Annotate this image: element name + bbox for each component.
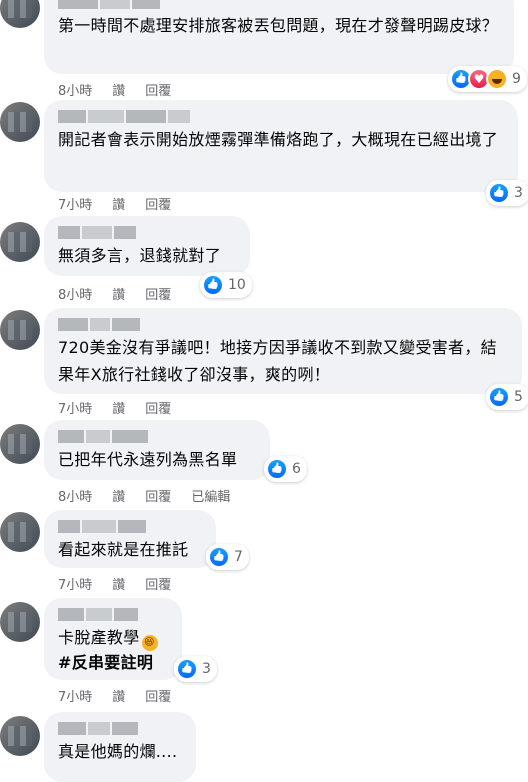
comment-bubble: 無須多言，退錢就對了 xyxy=(44,216,250,276)
like-button[interactable]: 讚 xyxy=(112,398,125,417)
comment-text: 開記者會表示開始放煙霧彈準備烙跑了，大概現在已經出境了 xyxy=(58,130,499,149)
avatar[interactable] xyxy=(0,102,40,142)
timestamp[interactable]: 8小時 xyxy=(58,486,92,505)
timestamp[interactable]: 8小時 xyxy=(58,284,92,303)
reaction-summary[interactable]: 6 xyxy=(264,456,307,482)
like-button[interactable]: 讚 xyxy=(112,486,125,505)
avatar[interactable] xyxy=(0,512,40,552)
commenter-name[interactable] xyxy=(58,518,204,534)
like-button[interactable]: 讚 xyxy=(112,80,125,99)
comment-actions: 8小時 讚 回覆 已編輯 xyxy=(58,486,250,505)
like-button[interactable]: 讚 xyxy=(112,194,125,213)
reply-button[interactable]: 回覆 xyxy=(145,398,171,417)
like-icon xyxy=(266,458,288,480)
comment-bubble: 720美金沒有爭議吧！地接方因爭議收不到款又變受害者，結果年X旅行社錢收了卻沒事… xyxy=(44,308,522,394)
comment-text: 真是他媽的爛.... xyxy=(58,742,178,761)
commenter-name[interactable] xyxy=(58,0,502,10)
avatar[interactable] xyxy=(0,310,40,350)
reaction-summary[interactable]: 7 xyxy=(206,544,249,570)
haha-icon xyxy=(486,68,508,90)
reply-button[interactable]: 回覆 xyxy=(145,80,171,99)
commenter-name[interactable] xyxy=(58,428,258,444)
comment-bubble: 卡脫產教學 😆 #反串要註明 xyxy=(44,598,182,680)
like-icon xyxy=(488,386,510,408)
comment-bubble: 開記者會表示開始放煙霧彈準備烙跑了，大概現在已經出境了 xyxy=(44,100,518,192)
comment-bubble: 已把年代永遠列為黑名單 xyxy=(44,420,270,480)
reaction-count: 9 xyxy=(512,71,521,87)
comment-bubble: 看起來就是在推託 xyxy=(44,510,216,568)
comment-actions: 8小時 讚 回覆 xyxy=(58,80,191,99)
commenter-name[interactable] xyxy=(58,316,510,332)
comment-text: 看起來就是在推託 xyxy=(58,540,189,559)
timestamp[interactable]: 7小時 xyxy=(58,574,92,593)
comment-text: 已把年代永遠列為黑名單 xyxy=(58,450,238,469)
reply-button[interactable]: 回覆 xyxy=(145,284,171,303)
reaction-summary[interactable]: 3 xyxy=(174,656,217,682)
like-icon xyxy=(488,182,510,204)
avatar[interactable] xyxy=(0,716,40,756)
reaction-count: 3 xyxy=(514,185,523,201)
reply-button[interactable]: 回覆 xyxy=(145,486,171,505)
comment-bubble: 真是他媽的爛.... xyxy=(44,712,196,782)
reply-button[interactable]: 回覆 xyxy=(145,574,171,593)
comment-hashtag[interactable]: #反串要註明 xyxy=(58,649,170,676)
comment-text: 第一時間不處理安排旅客被丟包問題，現在才發聲明踢皮球？ xyxy=(58,16,499,35)
commenter-name[interactable] xyxy=(58,606,170,622)
like-button[interactable]: 讚 xyxy=(112,686,125,705)
like-button[interactable]: 讚 xyxy=(112,574,125,593)
timestamp[interactable]: 7小時 xyxy=(58,686,92,705)
like-icon xyxy=(176,658,198,680)
comment-actions: 8小時 讚 回覆 xyxy=(58,284,191,303)
comment-actions: 7小時 讚 回覆 xyxy=(58,574,191,593)
commenter-name[interactable] xyxy=(58,720,184,736)
commenter-name[interactable] xyxy=(58,224,238,240)
timestamp[interactable]: 7小時 xyxy=(58,398,92,417)
timestamp[interactable]: 8小時 xyxy=(58,80,92,99)
comment-actions: 7小時 讚 回覆 xyxy=(58,398,191,417)
avatar[interactable] xyxy=(0,424,40,464)
comment-text: 720美金沒有爭議吧！地接方因爭議收不到款又變受害者，結果年X旅行社錢收了卻沒事… xyxy=(58,338,497,384)
like-icon xyxy=(202,274,224,296)
reaction-count: 3 xyxy=(202,661,211,677)
reaction-count: 5 xyxy=(514,389,523,405)
reaction-summary[interactable]: 9 xyxy=(448,66,527,92)
edited-label: 已編輯 xyxy=(191,490,231,505)
like-icon xyxy=(208,546,230,568)
like-button[interactable]: 讚 xyxy=(112,284,125,303)
comment-actions: 7小時 讚 回覆 xyxy=(58,194,191,213)
comment-text: 無須多言，退錢就對了 xyxy=(58,246,222,265)
comment-bubble: 第一時間不處理安排旅客被丟包問題，現在才發聲明踢皮球？ xyxy=(44,0,514,74)
reaction-count: 10 xyxy=(228,277,246,293)
reaction-summary[interactable]: 5 xyxy=(486,384,528,410)
reaction-summary[interactable]: 10 xyxy=(200,272,252,298)
avatar[interactable] xyxy=(0,602,40,642)
timestamp[interactable]: 7小時 xyxy=(58,194,92,213)
reply-button[interactable]: 回覆 xyxy=(145,194,171,213)
reaction-count: 6 xyxy=(292,461,301,477)
laughing-emoji-icon: 😆 xyxy=(141,635,158,651)
comment-actions: 7小時 讚 回覆 xyxy=(58,686,191,705)
commenter-name[interactable] xyxy=(58,108,506,124)
reply-button[interactable]: 回覆 xyxy=(145,686,171,705)
reaction-summary[interactable]: 3 xyxy=(486,180,528,206)
avatar[interactable] xyxy=(0,222,40,262)
comment-text: 卡脫產教學 😆 xyxy=(58,624,170,651)
avatar[interactable] xyxy=(0,0,40,28)
reaction-count: 7 xyxy=(234,549,243,565)
